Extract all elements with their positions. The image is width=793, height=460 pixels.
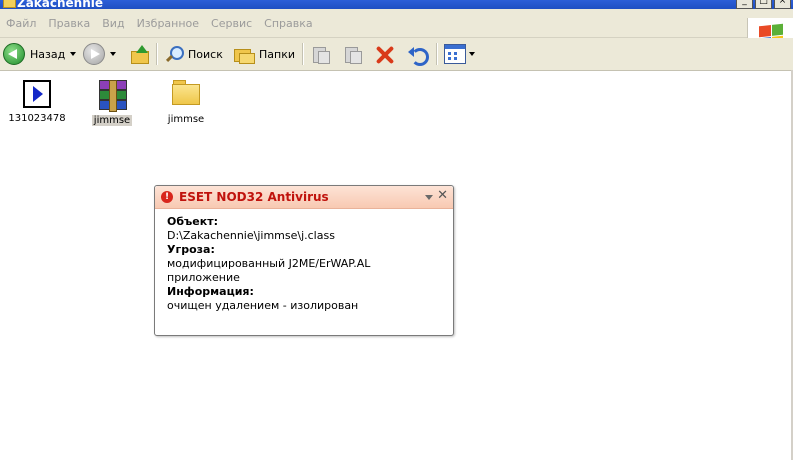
forward-button[interactable] bbox=[83, 42, 116, 66]
folders-label: Папки bbox=[259, 47, 295, 61]
delete-button[interactable] bbox=[375, 42, 395, 66]
maximize-button[interactable]: □ bbox=[755, 0, 772, 9]
menu-favorites[interactable]: Избранное bbox=[131, 17, 205, 30]
toolbar: Назад Поиск Папки bbox=[0, 38, 793, 71]
warning-icon: ! bbox=[161, 191, 173, 203]
toolbar-separator bbox=[436, 43, 438, 65]
delete-x-icon bbox=[375, 44, 395, 64]
threat-value-line1: модифицированный J2ME/ErWAP.AL bbox=[167, 257, 371, 270]
threat-label: Угроза: bbox=[167, 243, 215, 256]
folders-button[interactable]: Папки bbox=[234, 42, 295, 66]
chevron-down-icon[interactable] bbox=[425, 195, 433, 200]
forward-arrow-icon bbox=[83, 43, 105, 65]
notification-body: Объект: D:\Zakachennie\jimmse\j.class Уг… bbox=[155, 209, 453, 319]
antivirus-notification[interactable]: ! ESET NOD32 Antivirus ✕ Объект: D:\Zaka… bbox=[154, 185, 454, 336]
copy-to-button[interactable] bbox=[342, 42, 362, 66]
chevron-down-icon[interactable] bbox=[469, 52, 475, 56]
chevron-down-icon[interactable] bbox=[70, 52, 77, 56]
executable-icon bbox=[23, 80, 51, 108]
file-item[interactable]: jimmse bbox=[151, 80, 221, 125]
object-label: Объект: bbox=[167, 215, 218, 228]
window-title: Zakachennie bbox=[17, 0, 104, 9]
up-folder-button[interactable] bbox=[130, 42, 149, 66]
copy-to-icon bbox=[342, 45, 362, 64]
info-label: Информация: bbox=[167, 285, 254, 298]
folder-icon bbox=[3, 0, 16, 8]
minimize-button[interactable]: _ bbox=[736, 0, 753, 9]
file-label: jimmse bbox=[91, 115, 133, 126]
file-label: jimmse bbox=[167, 114, 205, 125]
search-icon bbox=[165, 45, 184, 63]
notification-title: ESET NOD32 Antivirus bbox=[179, 190, 329, 204]
file-item[interactable]: jimmse bbox=[77, 80, 147, 126]
move-to-icon bbox=[310, 45, 330, 64]
threat-value-line2: приложение bbox=[167, 271, 240, 284]
views-button[interactable] bbox=[444, 42, 475, 66]
folder-icon bbox=[172, 80, 200, 105]
menu-edit[interactable]: Правка bbox=[42, 17, 96, 30]
menu-view[interactable]: Вид bbox=[96, 17, 130, 30]
file-item[interactable]: 131023478 bbox=[2, 80, 72, 124]
folder-up-icon bbox=[130, 45, 149, 64]
toolbar-separator bbox=[302, 43, 304, 65]
file-label: 131023478 bbox=[8, 113, 66, 124]
search-button[interactable]: Поиск bbox=[165, 42, 223, 66]
undo-button[interactable] bbox=[407, 42, 429, 66]
undo-icon bbox=[407, 44, 429, 66]
window-titlebar[interactable]: Zakachennie _ □ × bbox=[0, 0, 793, 9]
search-label: Поиск bbox=[188, 47, 223, 61]
back-button[interactable]: Назад bbox=[3, 42, 77, 66]
close-button[interactable]: × bbox=[774, 0, 791, 9]
notification-header: ! ESET NOD32 Antivirus ✕ bbox=[155, 186, 453, 209]
back-arrow-icon bbox=[3, 43, 25, 65]
menu-bar: Файл Правка Вид Избранное Сервис Справка bbox=[0, 9, 793, 49]
views-icon bbox=[444, 44, 466, 64]
folders-icon bbox=[234, 45, 255, 64]
menu-file[interactable]: Файл bbox=[0, 17, 42, 30]
back-label: Назад bbox=[30, 47, 66, 61]
menu-help[interactable]: Справка bbox=[258, 17, 318, 30]
move-to-button[interactable] bbox=[310, 42, 330, 66]
rar-archive-icon bbox=[95, 80, 129, 112]
close-icon[interactable]: ✕ bbox=[437, 188, 448, 203]
toolbar-separator bbox=[156, 43, 158, 65]
object-value: D:\Zakachennie\jimmse\j.class bbox=[167, 229, 335, 242]
info-value: очищен удалением - изолирован bbox=[167, 299, 359, 312]
chevron-down-icon[interactable] bbox=[110, 52, 116, 56]
window-controls: _ □ × bbox=[736, 0, 791, 9]
menu-tools[interactable]: Сервис bbox=[205, 17, 258, 30]
